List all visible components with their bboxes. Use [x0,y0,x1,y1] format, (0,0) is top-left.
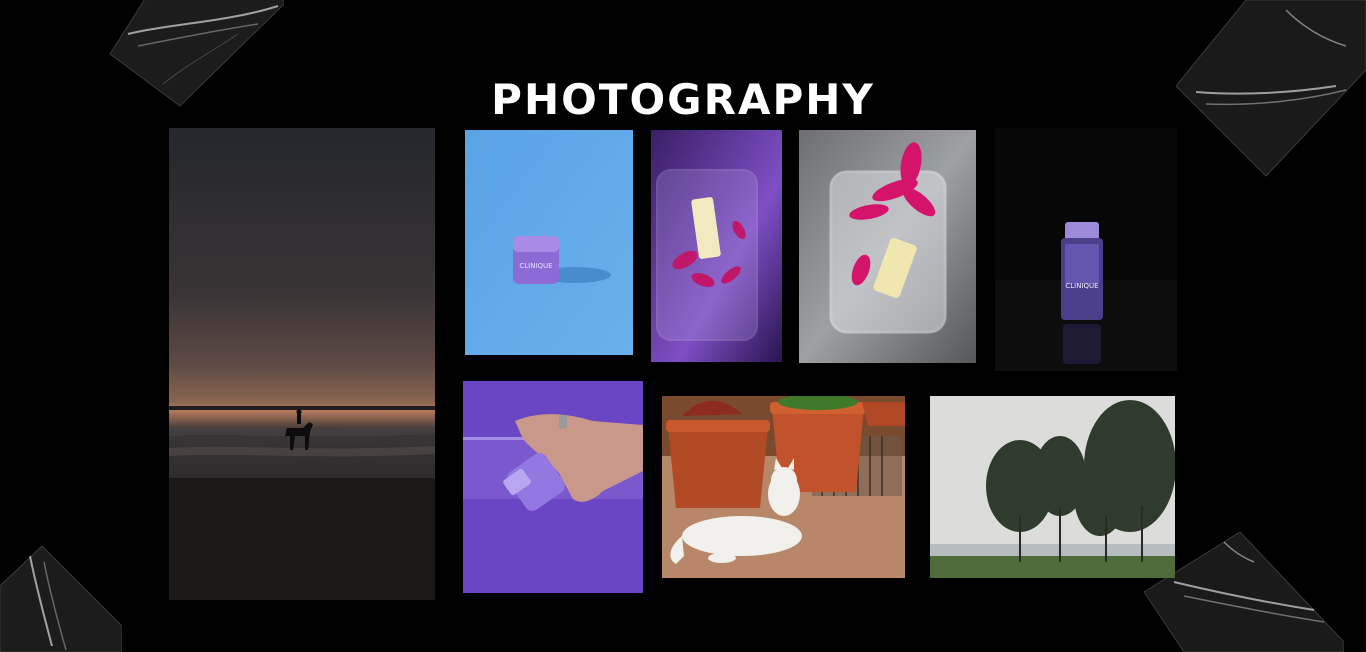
photo-tube-glass-dish[interactable] [651,130,782,362]
bottle-label: CLINIQUE [1065,282,1098,290]
photo-bottle-black[interactable]: CLINIQUE [995,128,1177,371]
page-title: PHOTOGRAPHY [491,75,875,125]
photo-trees-shore[interactable] [930,396,1175,578]
photo-hand-bottle[interactable] [463,381,643,593]
photo-white-cat[interactable] [662,396,905,578]
photo-tube-flowers[interactable] [799,130,976,363]
tape-bottom-left [0,546,122,652]
photo-beach-sunset[interactable] [169,128,435,600]
jar-label: CLINIQUE [519,262,552,270]
photo-cream-jar[interactable]: CLINIQUE [465,130,633,355]
